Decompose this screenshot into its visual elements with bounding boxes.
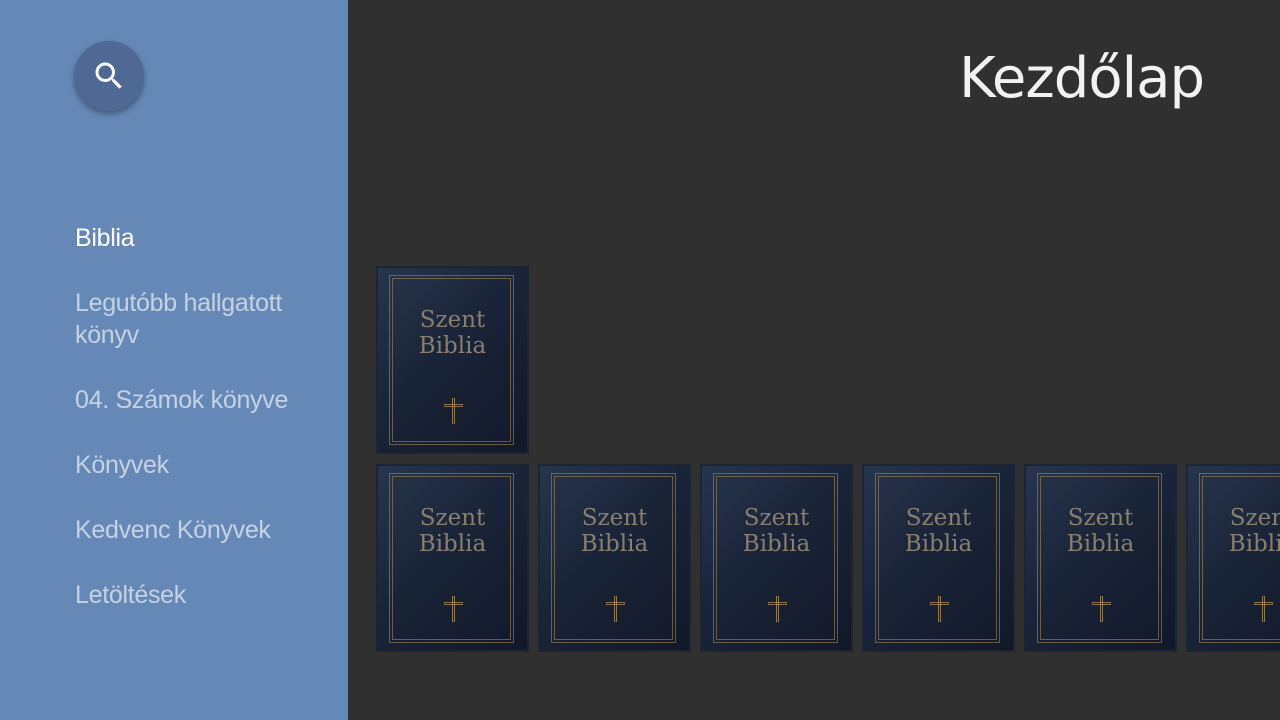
book-cover-title-line1: Szent xyxy=(581,505,648,531)
book-cover: SzentBiblia xyxy=(378,466,527,650)
book-card[interactable]: SzentBiblia xyxy=(862,464,1015,652)
sidebar-nav: Biblia Legutóbb hallgatott könyv 04. Szá… xyxy=(75,222,335,644)
search-icon xyxy=(95,62,122,89)
sidebar-item-downloads[interactable]: Letöltések xyxy=(75,579,335,611)
cross-icon xyxy=(768,596,787,622)
book-row-featured: Szent Biblia xyxy=(376,266,529,454)
book-cover-title: SzentBiblia xyxy=(540,505,689,557)
cross-icon xyxy=(444,398,463,424)
book-card[interactable]: SzentBiblia xyxy=(376,266,529,454)
book-cover-title-line1: Szent xyxy=(419,505,486,531)
book-cover-title-line1: Szent xyxy=(1067,505,1134,531)
book-cover-title: SzentBiblia xyxy=(1026,505,1175,557)
book-cover: SzentBiblia xyxy=(540,466,689,650)
book-card[interactable]: SzentBiblia xyxy=(700,464,853,652)
book-cover-title-line2: Biblia xyxy=(1228,531,1280,557)
book-cover: SzentBiblia xyxy=(1026,466,1175,650)
book-cover-title: SzentBiblia xyxy=(702,505,851,557)
book-cover-title-line2: Biblia xyxy=(418,333,487,359)
book-card[interactable]: SzentBiblia xyxy=(1024,464,1177,652)
cross-icon xyxy=(1254,596,1273,622)
book-cover-title-line2: Biblia xyxy=(418,531,487,557)
book-cover-title-line1: Szent xyxy=(1229,505,1280,531)
sidebar-item-numbers-book[interactable]: 04. Számok könyve xyxy=(75,384,335,416)
sidebar-item-books[interactable]: Könyvek xyxy=(75,449,335,481)
book-row-all: Szent Biblia Szent Biblia Szent Biblia Szent Bi… xyxy=(376,464,1280,652)
book-cover-title-line2: Biblia xyxy=(742,531,811,557)
book-cover-title-line1: Szent xyxy=(905,505,972,531)
search-button[interactable] xyxy=(74,41,144,111)
book-cover-title-line2: Biblia xyxy=(1066,531,1135,557)
book-card[interactable]: SzentBiblia xyxy=(1186,464,1280,652)
book-cover: SzentBiblia xyxy=(702,466,851,650)
cross-icon xyxy=(1092,596,1111,622)
book-cover-title: SzentBiblia xyxy=(1188,505,1280,557)
book-cover: SzentBiblia xyxy=(1188,466,1280,650)
app-root: Biblia Legutóbb hallgatott könyv 04. Szá… xyxy=(0,0,1280,720)
book-card[interactable]: SzentBiblia xyxy=(538,464,691,652)
book-cover: SzentBiblia xyxy=(378,268,527,452)
sidebar-item-biblia[interactable]: Biblia xyxy=(75,222,335,254)
book-card[interactable]: SzentBiblia xyxy=(376,464,529,652)
book-cover-title-line1: Szent xyxy=(743,505,810,531)
book-cover-title-line1: Szent xyxy=(419,307,486,333)
book-cover-title: SzentBiblia xyxy=(378,307,527,359)
sidebar-item-recent-book[interactable]: Legutóbb hallgatott könyv xyxy=(75,287,335,351)
sidebar-item-favorite-books[interactable]: Kedvenc Könyvek xyxy=(75,514,335,546)
book-cover-title: SzentBiblia xyxy=(864,505,1013,557)
sidebar: Biblia Legutóbb hallgatott könyv 04. Szá… xyxy=(0,0,348,720)
page-title: Kezdőlap xyxy=(958,46,1205,111)
book-cover: SzentBiblia xyxy=(864,466,1013,650)
cross-icon xyxy=(606,596,625,622)
cross-icon xyxy=(930,596,949,622)
book-cover-title-line2: Biblia xyxy=(580,531,649,557)
book-cover-title-line2: Biblia xyxy=(904,531,973,557)
cross-icon xyxy=(444,596,463,622)
book-cover-title: SzentBiblia xyxy=(378,505,527,557)
